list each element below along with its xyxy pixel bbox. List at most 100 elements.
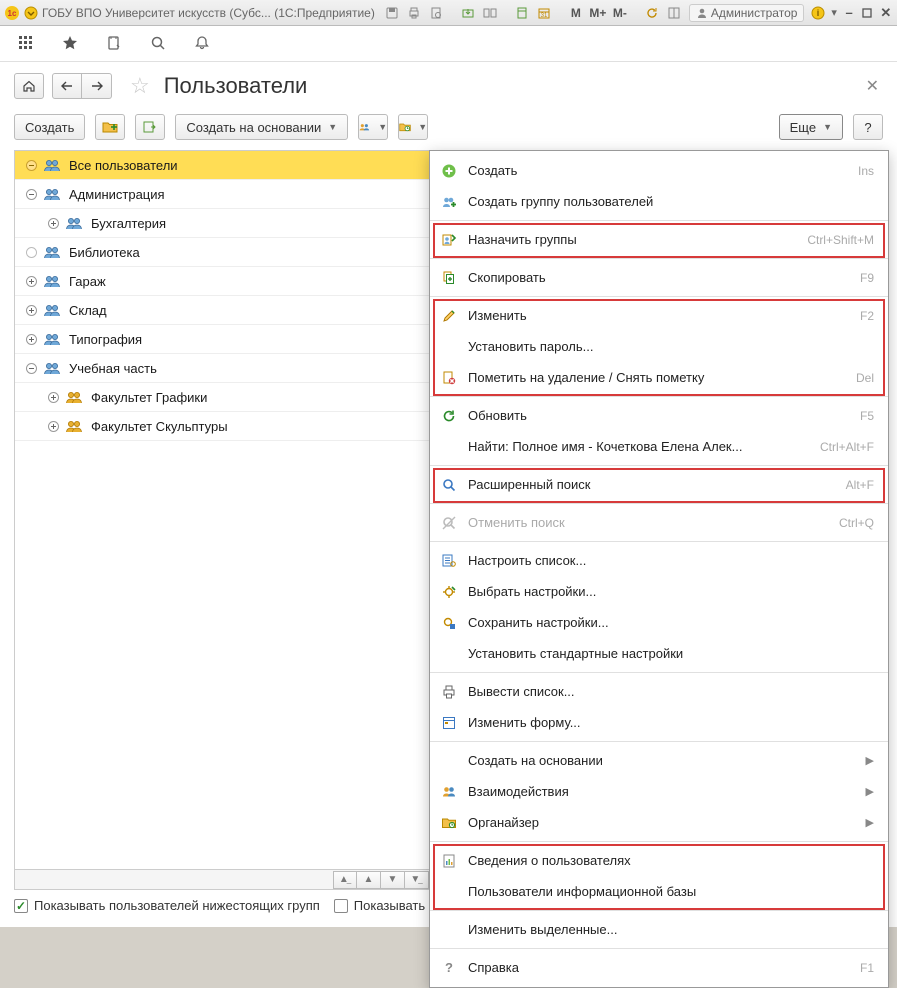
menu-item[interactable]: Создать группу пользователей [430,186,888,217]
menu-item[interactable]: Сведения о пользователях [430,845,888,876]
home-button[interactable] [14,73,44,99]
create-button[interactable]: Создать [14,114,85,140]
pager-first-button[interactable]: ▲_ [333,871,357,889]
nav-forward-button[interactable] [82,73,112,99]
favorite-toggle-icon[interactable]: ☆ [130,73,150,99]
menu-item[interactable]: Изменить форму... [430,707,888,738]
nav-back-button[interactable] [52,73,82,99]
toolbar-info-icon[interactable]: i [810,4,826,22]
tree-expander-icon[interactable] [23,157,39,173]
organizer-button[interactable]: ▼ [398,114,428,140]
tree-node[interactable]: Факультет Скульптуры [15,412,431,441]
apps-grid-icon[interactable] [18,35,36,53]
toolbar-save-icon[interactable] [383,4,401,22]
tree-node[interactable]: Склад [15,296,431,325]
blank-icon [440,921,458,939]
page-close-button[interactable]: ✕ [862,72,883,100]
tree-expander-icon[interactable] [23,273,39,289]
memory-m-minus-icon[interactable]: M- [611,4,629,22]
toolbar-calendar-icon[interactable]: 31 [535,4,553,22]
tree-node[interactable]: Гараж [15,267,431,296]
tree-node[interactable]: Факультет Графики [15,383,431,412]
tree-node[interactable]: Учебная часть [15,354,431,383]
tree-expander-icon[interactable] [45,389,61,405]
toolbar-compare-icon[interactable] [481,4,499,22]
create-based-on-button[interactable]: Создать на основании▼ [175,114,348,140]
show-subgroup-users-checkbox[interactable]: Показывать пользователей нижестоящих гру… [14,898,320,913]
checkbox-checked-icon [14,899,28,913]
tree-node[interactable]: Администрация [15,180,431,209]
menu-item[interactable]: ?СправкаF1 [430,952,888,983]
current-user-chip[interactable]: Администратор [689,4,805,22]
menu-item[interactable]: Найти: Полное имя - Кочеткова Елена Алек… [430,431,888,462]
menu-separator [430,296,888,297]
tree-node[interactable]: Бухгалтерия [15,209,431,238]
tree-node[interactable]: Библиотека [15,238,431,267]
toolbar-inbox-icon[interactable] [459,4,477,22]
menu-item[interactable]: Настроить список... [430,545,888,576]
menu-item[interactable]: Установить пароль... [430,331,888,362]
menu-separator [430,741,888,742]
menu-item[interactable]: Пользователи информационной базы [430,876,888,907]
toolbar-refresh-icon[interactable] [643,4,661,22]
tree-expander-icon[interactable] [23,186,39,202]
toolbar-calc-icon[interactable] [513,4,531,22]
memory-m-plus-icon[interactable]: M+ [589,4,607,22]
toolbar: Создать Создать на основании▼ ▼ ▼ Еще▼ ? [14,114,883,140]
menu-item[interactable]: Создать на основании▶ [430,745,888,776]
tree-node[interactable]: Типография [15,325,431,354]
pager-up-button[interactable]: ▲ [357,871,381,889]
tree-expander-icon[interactable] [23,302,39,318]
search-icon[interactable] [150,35,168,53]
create-folder-button[interactable] [95,114,125,140]
toolbar-print-icon[interactable] [405,4,423,22]
help-button[interactable]: ? [853,114,883,140]
user-group-icon [43,361,59,375]
window-minimize-button[interactable]: – [842,4,856,22]
pager-down-button[interactable]: ▼ [381,871,405,889]
interactions-button[interactable]: ▼ [358,114,388,140]
groups-tree-panel: Все пользователи Администрация Бухгалтер… [14,150,432,890]
menu-item[interactable]: СкопироватьF9 [430,262,888,293]
menu-item-shortcut: Alt+F [846,478,874,492]
menu-item[interactable]: ОбновитьF5 [430,400,888,431]
menu-item-label: Изменить форму... [468,715,874,730]
pager-last-button[interactable]: ▼_ [405,871,429,889]
window-close-button[interactable]: ✕ [879,4,893,22]
groups-tree: Все пользователи Администрация Бухгалтер… [15,151,431,441]
menu-item-label: Сведения о пользователях [468,853,874,868]
menu-item[interactable]: Вывести список... [430,676,888,707]
window-maximize-button[interactable] [860,4,874,22]
menu-item[interactable]: СоздатьIns [430,155,888,186]
content-area: ☆ Пользователи ✕ Создать Создать на осно… [0,62,897,927]
tree-node[interactable]: Все пользователи [15,151,431,180]
menu-item[interactable]: Назначить группыCtrl+Shift+M [430,224,888,255]
menu-item[interactable]: Взаимодействия▶ [430,776,888,807]
menu-item[interactable]: Расширенный поискAlt+F [430,469,888,500]
menu-item[interactable]: Изменить выделенные... [430,914,888,945]
user-group-icon [65,390,81,404]
tree-expander-icon[interactable] [45,418,61,434]
menu-item[interactable]: Установить стандартные настройки [430,638,888,669]
pick-button[interactable] [135,114,165,140]
menu-item[interactable]: ИзменитьF2 [430,300,888,331]
menu-item[interactable]: Органайзер▶ [430,807,888,838]
menu-item[interactable]: Выбрать настройки... [430,576,888,607]
memory-m-icon[interactable]: M [567,4,585,22]
tree-expander-icon[interactable] [23,360,39,376]
favorites-star-icon[interactable] [62,35,80,53]
toolbar-panel-icon[interactable] [665,4,683,22]
toolbar-preview-icon[interactable] [427,4,445,22]
tree-expander-icon[interactable] [23,331,39,347]
notifications-bell-icon[interactable] [194,35,212,53]
tree-expander-icon[interactable] [45,215,61,231]
toolbar-info-dropdown-icon[interactable]: ▾ [830,4,838,22]
tree-expander-icon[interactable] [23,244,39,260]
menu-item[interactable]: Пометить на удаление / Снять пометкуDel [430,362,888,393]
gear-save-icon [440,614,458,632]
more-button[interactable]: Еще▼ [779,114,843,140]
tree-node-label: Администрация [69,187,165,202]
dropdown-titlebar-icon[interactable] [24,5,38,21]
history-icon[interactable] [106,35,124,53]
menu-item[interactable]: Сохранить настройки... [430,607,888,638]
